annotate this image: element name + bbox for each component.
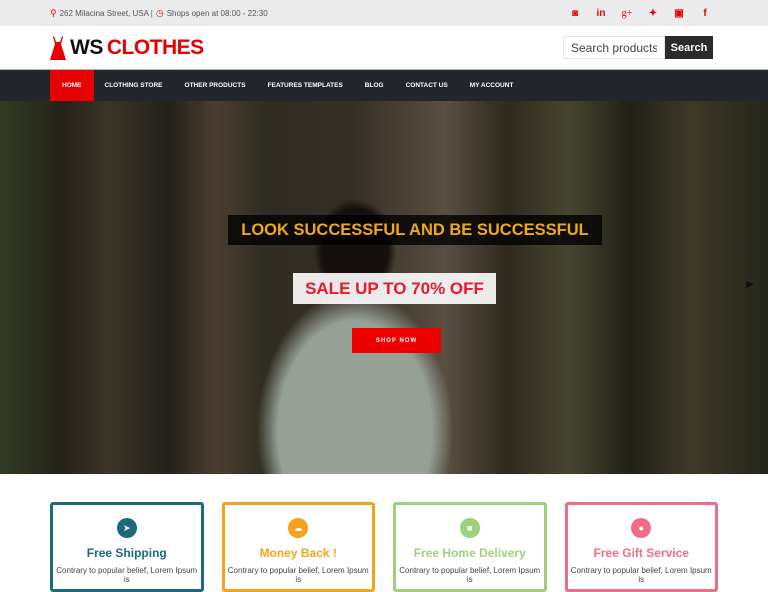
feature-text: Contrary to popular belief, Lorem Ipsum …: [227, 566, 369, 584]
nav-my-account[interactable]: My Account: [459, 70, 525, 101]
gift-icon: ●: [631, 518, 652, 538]
address-text: 262 Milacina Street, USA |: [59, 8, 153, 18]
nav-contact-us[interactable]: Contact Us: [395, 70, 459, 101]
search-input[interactable]: [563, 36, 665, 59]
nav-home[interactable]: Home: [50, 70, 94, 101]
hero-slider: LOOK SUCCESSFUL AND BE SUCCESSFUL SALE U…: [0, 101, 768, 474]
nav-features-templates[interactable]: Features Templates: [257, 70, 354, 101]
feature-title: Free Home Delivery: [413, 546, 526, 560]
feature-title: Free Gift Service: [593, 546, 689, 560]
map-marker-icon: ⚲: [50, 7, 57, 18]
feature-card-gift-service: ● Free Gift Service Contrary to popular …: [564, 502, 718, 592]
twitter-icon[interactable]: ✦: [640, 8, 666, 19]
nav-blog[interactable]: Blog: [354, 70, 395, 101]
facebook-icon[interactable]: f: [692, 8, 718, 19]
youtube-icon[interactable]: ▣: [666, 8, 692, 19]
clock-icon: ◷: [155, 7, 164, 18]
money-icon: ☁: [288, 518, 309, 538]
google-plus-icon[interactable]: g+: [614, 8, 640, 19]
hours-text: Shops open at 08:00 - 22:30: [166, 8, 268, 18]
search-button[interactable]: Search: [665, 36, 713, 59]
feature-text: Contrary to popular belief, Lorem Ipsum …: [570, 566, 712, 584]
logo-clothes: CLOTHES: [106, 35, 204, 59]
main-nav: Home Clothing Store Other Products Featu…: [0, 70, 768, 101]
feature-title: Money Back !: [259, 546, 337, 560]
search-form: Search: [563, 36, 713, 59]
next-slide-arrow-icon[interactable]: ▶: [746, 279, 754, 290]
feature-text: Contrary to popular belief, Lorem Ipsum …: [399, 566, 541, 584]
feature-title: Free Shipping: [86, 546, 167, 560]
truck-icon: ■: [459, 518, 480, 538]
site-header: WS CLOTHES Search: [0, 26, 768, 70]
logo-ws: WS: [70, 35, 103, 59]
nav-clothing-store[interactable]: Clothing Store: [94, 70, 174, 101]
feature-card-shipping: ➤ Free Shipping Contrary to popular beli…: [50, 502, 204, 592]
top-bar: ⚲ 262 Milacina Street, USA | ◷ Shops ope…: [0, 0, 768, 26]
features-section: ➤ Free Shipping Contrary to popular beli…: [0, 474, 768, 592]
hero-headline: LOOK SUCCESSFUL AND BE SUCCESSFUL: [228, 215, 602, 245]
social-links: ◙ in g+ ✦ ▣ f: [562, 8, 718, 19]
logo[interactable]: WS CLOTHES: [50, 35, 204, 60]
feature-card-money-back: ☁ Money Back ! Contrary to popular belie…: [221, 502, 375, 592]
nav-other-products[interactable]: Other Products: [174, 70, 257, 101]
linkedin-icon[interactable]: in: [588, 8, 614, 19]
feature-card-home-delivery: ■ Free Home Delivery Contrary to popular…: [393, 502, 547, 592]
paper-plane-icon: ➤: [116, 518, 137, 538]
feature-text: Contrary to popular belief, Lorem Ipsum …: [56, 566, 198, 584]
shop-now-button[interactable]: SHOP NOW: [352, 328, 441, 353]
instagram-icon[interactable]: ◙: [562, 8, 588, 19]
hero-sale-banner: SALE UP TO 70% OFF: [293, 273, 496, 304]
dress-icon: [50, 35, 66, 60]
contact-info: ⚲ 262 Milacina Street, USA | ◷ Shops ope…: [50, 8, 268, 19]
